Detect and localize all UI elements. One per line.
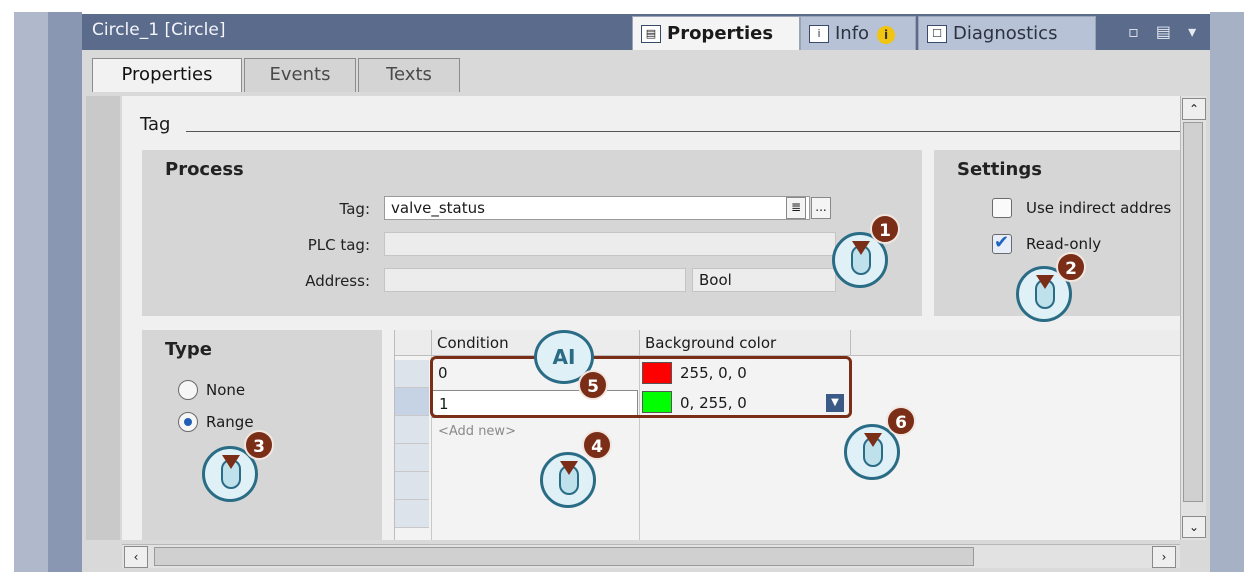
diagnostics-icon: ☐: [927, 25, 947, 43]
type-title: Type: [165, 339, 212, 360]
properties-icon: ▤: [641, 25, 661, 43]
row-header[interactable]: [395, 388, 429, 416]
data-type-field: Bool: [692, 268, 836, 292]
tag-label: Tag:: [339, 200, 370, 218]
table-highlight-frame: [430, 356, 852, 418]
right-strip: [1210, 12, 1244, 572]
info-icon: i: [809, 25, 829, 43]
tab-properties-top-label: Properties: [667, 23, 774, 44]
tab-properties-top[interactable]: ▤ Properties: [632, 16, 800, 50]
tab-diagnostics[interactable]: ☐ Diagnostics: [918, 16, 1096, 50]
callout-badge: 3: [244, 430, 274, 460]
scrollbar-thumb[interactable]: [1183, 122, 1203, 502]
type-range-label: Range: [206, 413, 254, 431]
callout-badge: 1: [870, 214, 900, 244]
scroll-down-button[interactable]: ⌄: [1182, 516, 1206, 538]
column-header-empty: [851, 330, 1181, 356]
address-label: Address:: [305, 272, 370, 290]
tab-info[interactable]: i Info i: [800, 16, 916, 50]
plc-tag-field: [384, 232, 836, 256]
row-header[interactable]: [395, 472, 429, 500]
callout-badge: 2: [1056, 252, 1086, 282]
left-collapse-rail[interactable]: [86, 96, 120, 540]
read-only-label: Read-only: [1026, 235, 1102, 253]
mouse-cursor-icon: [540, 452, 596, 508]
tag-list-button[interactable]: ≣: [786, 197, 806, 219]
tab-events[interactable]: Events: [244, 58, 356, 92]
scroll-left-button[interactable]: ‹: [124, 546, 148, 568]
use-indirect-checkbox[interactable]: [992, 198, 1012, 218]
settings-title: Settings: [957, 159, 1042, 180]
type-range-radio[interactable]: [178, 412, 198, 432]
row-header-corner: [395, 330, 431, 356]
scroll-right-button[interactable]: ›: [1152, 546, 1176, 568]
screen: Circle_1 [Circle] ▤ Properties i Info i ☐…: [0, 0, 1258, 583]
type-none-label: None: [206, 381, 246, 399]
tag-input[interactable]: valve_status: [384, 196, 810, 220]
info-badge-icon: i: [877, 26, 896, 44]
left-inner-strip: [48, 12, 82, 572]
scrollbar-thumb-horizontal[interactable]: [154, 547, 974, 566]
type-none-radio[interactable]: [178, 380, 198, 400]
read-only-checkbox[interactable]: [992, 232, 1012, 254]
scroll-up-button[interactable]: ⌃: [1182, 98, 1206, 120]
vertical-scrollbar[interactable]: ⌃ ⌄: [1180, 96, 1206, 540]
row-header[interactable]: [395, 500, 429, 528]
row-header[interactable]: [395, 360, 429, 388]
tab-properties[interactable]: Properties: [92, 58, 242, 92]
use-indirect-label: Use indirect addres: [1026, 199, 1172, 217]
row-header[interactable]: [395, 416, 429, 444]
address-field: [384, 268, 686, 292]
tab-info-label: Info: [835, 23, 870, 44]
callout-badge: 5: [578, 370, 608, 400]
horizontal-scrollbar[interactable]: ‹ ›: [122, 544, 1180, 568]
tab-texts[interactable]: Texts: [358, 58, 460, 92]
left-outer-strip: [14, 12, 48, 572]
browse-button[interactable]: ...: [811, 197, 831, 219]
plc-tag-label: PLC tag:: [307, 236, 370, 254]
column-header-background-color[interactable]: Background color: [639, 330, 851, 356]
section-divider: [186, 131, 1180, 132]
tab-diagnostics-label: Diagnostics: [953, 23, 1058, 44]
row-header[interactable]: [395, 444, 429, 472]
callout-badge: 6: [886, 406, 916, 436]
section-title: Tag: [140, 114, 171, 135]
window-title: Circle_1 [Circle]: [92, 20, 226, 40]
process-title: Process: [165, 159, 244, 180]
callout-badge: 4: [582, 430, 612, 460]
window-controls-icon[interactable]: ▫ ▤ ▾: [1128, 22, 1202, 41]
